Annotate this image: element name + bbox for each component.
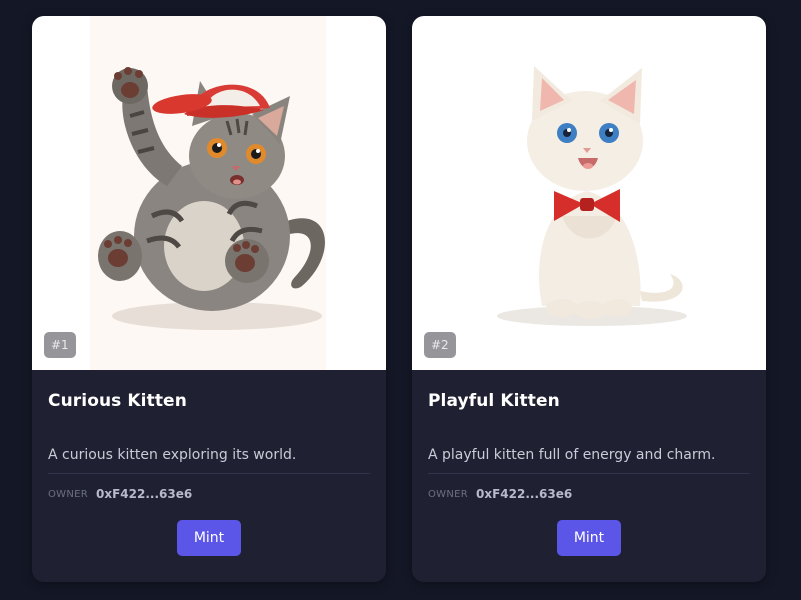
nft-card: #2 Playful Kitten A playful kitten full …	[412, 16, 766, 582]
owner-address: 0xF422...63e6	[476, 487, 573, 501]
token-id-badge: #1	[44, 332, 76, 358]
owner-label: OWNER	[428, 488, 469, 500]
nft-image-curious-kitten: #1	[32, 16, 386, 370]
action-row: Mint	[48, 520, 370, 556]
nft-description: A curious kitten exploring its world.	[48, 447, 297, 463]
nft-title: Curious Kitten	[48, 391, 187, 411]
card-body: Curious Kitten A curious kitten explorin…	[32, 370, 386, 556]
divider	[48, 473, 370, 474]
nft-grid: #1 Curious Kitten A curious kitten explo…	[32, 16, 766, 582]
nft-description: A playful kitten full of energy and char…	[428, 447, 716, 463]
action-row: Mint	[428, 520, 750, 556]
nft-title: Playful Kitten	[428, 391, 560, 411]
token-id-badge: #2	[424, 332, 456, 358]
card-body: Playful Kitten A playful kitten full of …	[412, 370, 766, 556]
owner-row: OWNER 0xF422...63e6	[48, 486, 370, 502]
owner-row: OWNER 0xF422...63e6	[428, 486, 750, 502]
owner-label: OWNER	[48, 488, 89, 500]
divider	[428, 473, 750, 474]
mint-button[interactable]: Mint	[177, 520, 241, 556]
mint-button[interactable]: Mint	[557, 520, 621, 556]
nft-card: #1 Curious Kitten A curious kitten explo…	[32, 16, 386, 582]
owner-address: 0xF422...63e6	[96, 487, 193, 501]
nft-image-playful-kitten: #2	[412, 16, 766, 370]
